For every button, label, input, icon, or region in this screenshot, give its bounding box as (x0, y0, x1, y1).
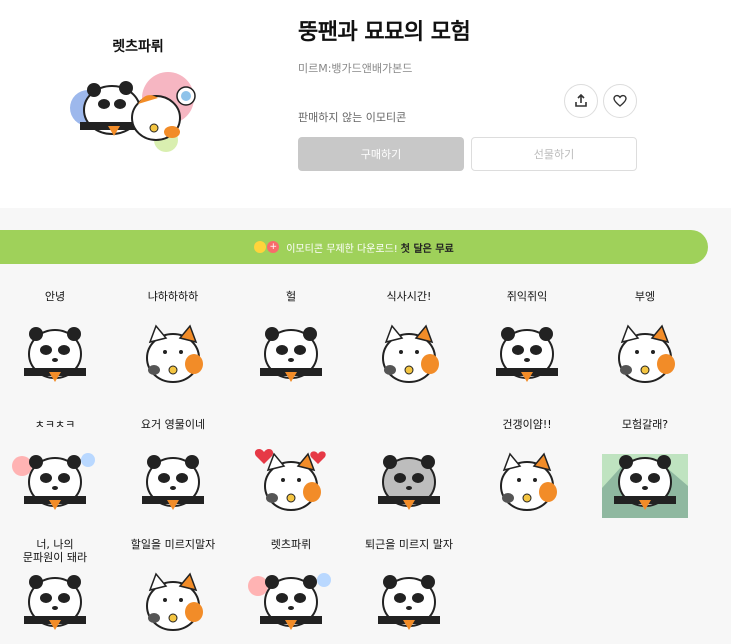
sticker-item[interactable] (236, 416, 346, 526)
product-title: 뚱팬과 묘묘의 모험 (298, 20, 471, 45)
sticker-item[interactable]: ㅊㅋㅊㅋ (0, 416, 110, 526)
sticker-item[interactable]: 헐 (236, 288, 346, 398)
sticker-item[interactable]: 모험갈래? (590, 416, 700, 526)
panda-adventure-icon (602, 454, 688, 518)
share-button[interactable] (564, 84, 598, 118)
sticker-label: 헐 (285, 290, 297, 303)
sticker-label: 부엥 (634, 290, 656, 303)
cat-crying-icon (618, 324, 675, 383)
sticker-preview-section: + 이모티콘 무제한 다운로드! 첫 달은 무료 안녕 냐하하하하 헐 식사시간! 쥐익… (0, 208, 731, 644)
panda-sad-icon (378, 455, 440, 510)
panda-party-icon (12, 453, 95, 510)
cat-working-icon (146, 572, 203, 631)
sale-status: 판매하지 않는 이모티콘 (298, 111, 407, 124)
promo-banner[interactable]: + 이모티콘 무제한 다운로드! 첫 달은 무료 (0, 230, 708, 264)
buy-button[interactable]: 구매하기 (298, 137, 464, 171)
sticker-label: 안녕 (44, 290, 66, 303)
product-info: 뚱팬과 묘묘의 모험 미르M:뱅가드앤배가본드 판매하지 않는 이모티콘 구매하… (298, 14, 638, 171)
sticker-item[interactable]: 요거 영물이네 (118, 416, 228, 526)
sticker-item[interactable]: 할일을 미르지말자 (118, 536, 228, 644)
sticker-item[interactable]: 부엥 (590, 288, 700, 398)
emoticon-detail-page: 렛츠파뤼 뚱팬과 묘묘의 모험 미르M:뱅가드앤배가본드 판매하지 않는 이모티… (0, 0, 731, 644)
sticker-label: 렛츠파뤼 (270, 538, 312, 551)
product-author[interactable]: 미르M:뱅가드앤배가본드 (298, 60, 638, 76)
sticker-label: 퇴근을 미르지 말자 (365, 538, 453, 551)
cat-laughing-icon (146, 324, 203, 383)
product-thumbnail: 렛츠파뤼 (68, 26, 208, 166)
sticker-item[interactable]: 쥐익쥐익 (472, 288, 582, 398)
product-header: 렛츠파뤼 뚱팬과 묘묘의 모험 미르M:뱅가드앤배가본드 판매하지 않는 이모티… (0, 0, 731, 208)
sticker-item[interactable]: 안녕 (0, 288, 110, 398)
sticker-label: 식사시간! (386, 290, 432, 303)
promo-text: 이모티콘 무제한 다운로드! (286, 243, 398, 255)
sticker-label: 요거 영물이네 (140, 418, 206, 431)
sticker-label: 냐하하하하 (147, 290, 199, 303)
panda-cat-party-icon (248, 573, 331, 630)
panda-cat-duo-icon (24, 575, 86, 630)
emoticon-plus-icon: + (254, 241, 280, 253)
panda-leaving-icon (378, 575, 440, 630)
sticker-label: 건갱이얌!! (502, 418, 552, 431)
sticker-item[interactable]: 렛츠파뤼 (236, 536, 346, 644)
sticker-label: 할일을 미르지말자 (130, 538, 216, 551)
heart-icon (613, 94, 627, 107)
sticker-item[interactable] (354, 416, 464, 526)
share-icon (575, 94, 587, 107)
sticker-item[interactable]: 너, 나의 문파원이 돼라 (0, 536, 110, 644)
sticker-item[interactable]: 식사시간! (354, 288, 464, 398)
cat-hearts-icon (254, 449, 326, 511)
panda-cat-thumbnail-icon (70, 72, 196, 152)
sticker-item[interactable]: 퇴근을 미르지 말자 (354, 536, 464, 644)
sticker-label: 쥐익쥐익 (506, 290, 548, 303)
like-button[interactable] (603, 84, 637, 118)
cat-eating-icon (382, 324, 439, 383)
promo-highlight: 첫 달은 무료 (400, 243, 454, 255)
cat-yelling-icon (500, 452, 557, 511)
sticker-label: ㅊㅋㅊㅋ (34, 418, 76, 431)
sticker-label: 모험갈래? (621, 418, 669, 431)
sticker-item[interactable]: 건갱이얌!! (472, 416, 582, 526)
gift-button[interactable]: 선물하기 (471, 137, 637, 171)
panda-waving-icon (24, 327, 86, 382)
panda-shocked-icon (260, 327, 322, 382)
sticker-item[interactable]: 냐하하하하 (118, 288, 228, 398)
panda-smirk-icon (142, 455, 204, 510)
panda-angry-icon (496, 327, 558, 382)
